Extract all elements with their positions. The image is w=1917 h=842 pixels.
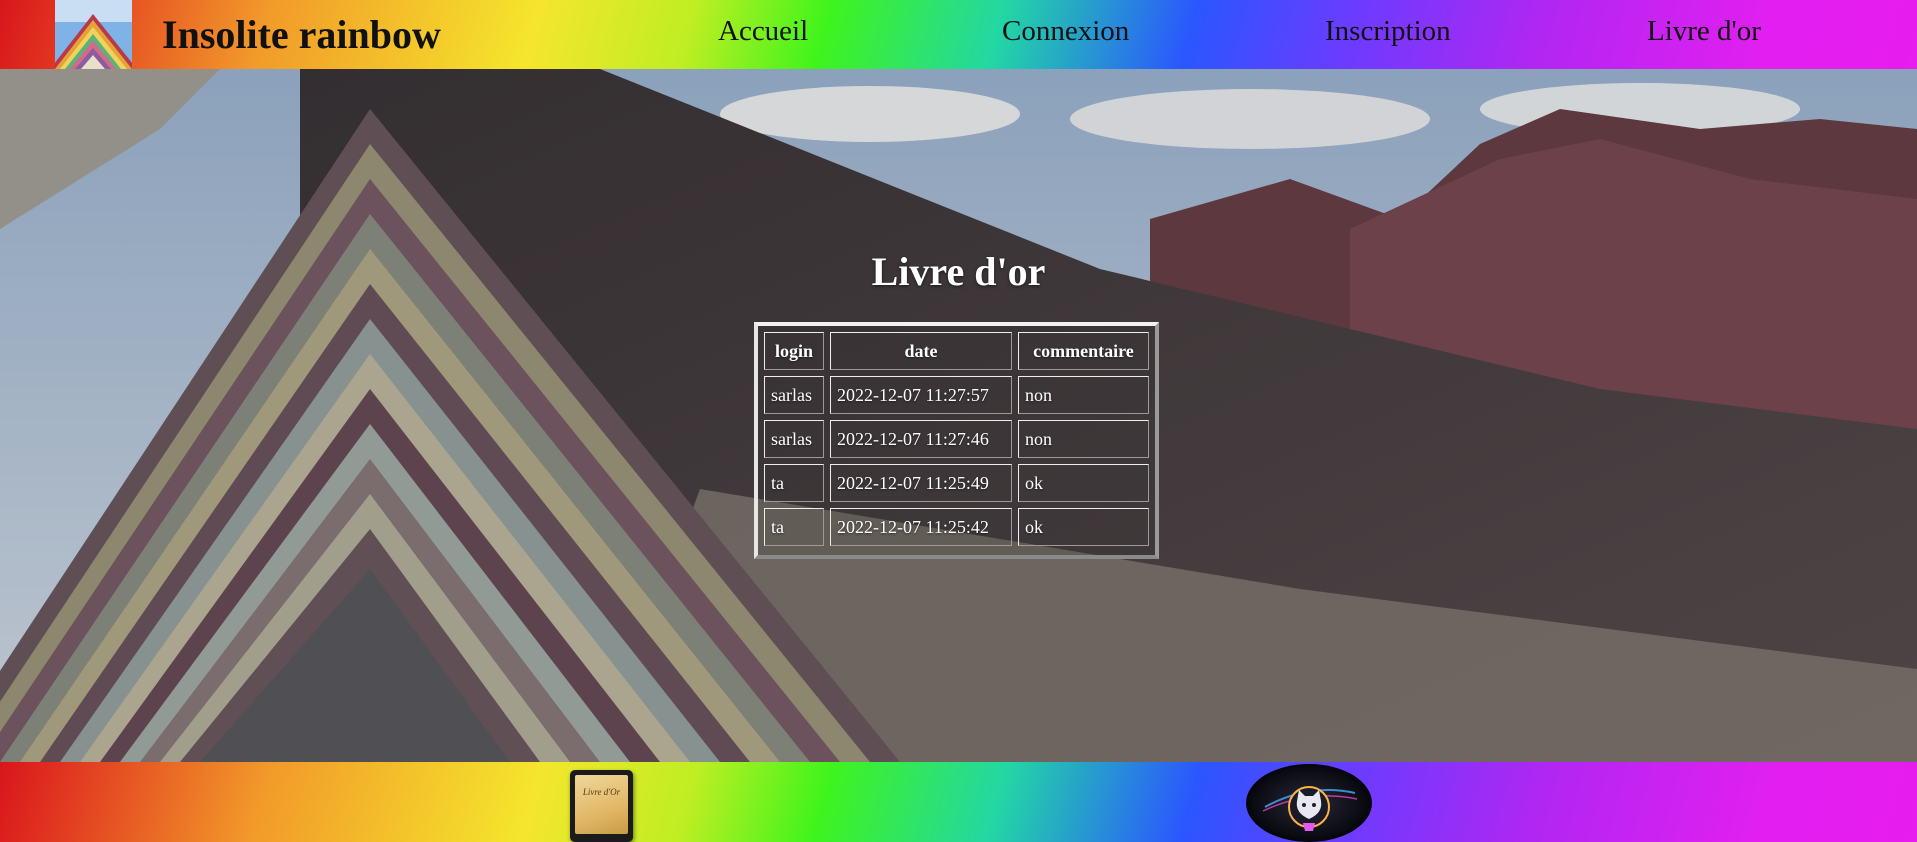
column-header-login: login — [764, 332, 824, 370]
cell-date: 2022-12-07 11:27:57 — [830, 376, 1012, 414]
book-cover: Livre d'Or — [575, 775, 628, 834]
cell-commentaire: ok — [1018, 464, 1149, 502]
table-header-row: login date commentaire — [764, 332, 1149, 370]
cell-login: ta — [764, 464, 824, 502]
cell-commentaire: non — [1018, 420, 1149, 458]
page-title: Livre d'or — [871, 249, 1046, 294]
table-row: sarlas 2022-12-07 11:27:57 non — [764, 376, 1149, 414]
site-title: Insolite rainbow — [162, 12, 441, 57]
cell-date: 2022-12-07 11:27:46 — [830, 420, 1012, 458]
nav-accueil[interactable]: Accueil — [718, 15, 808, 48]
guestbook-table-container: login date commentaire sarlas 2022-12-07… — [754, 322, 1159, 559]
table-row: ta 2022-12-07 11:25:42 ok — [764, 508, 1149, 546]
guestbook-table: login date commentaire sarlas 2022-12-07… — [758, 326, 1155, 552]
nav-livre-dor[interactable]: Livre d'or — [1647, 15, 1761, 48]
nav-inscription[interactable]: Inscription — [1325, 15, 1451, 48]
column-header-commentaire: commentaire — [1018, 332, 1149, 370]
nav-connexion[interactable]: Connexion — [1002, 15, 1129, 48]
cell-login: sarlas — [764, 376, 824, 414]
site-header: Insolite rainbow Accueil Connexion Inscr… — [0, 0, 1917, 69]
column-header-date: date — [830, 332, 1012, 370]
cell-date: 2022-12-07 11:25:49 — [830, 464, 1012, 502]
cell-login: ta — [764, 508, 824, 546]
cell-commentaire: ok — [1018, 508, 1149, 546]
github-cat-icon[interactable] — [1245, 763, 1373, 842]
rainbow-mountain-logo[interactable] — [55, 0, 132, 69]
site-footer: Livre d'Or — [0, 762, 1917, 842]
cell-login: sarlas — [764, 420, 824, 458]
book-cover-label: Livre d'Or — [582, 787, 621, 797]
cell-commentaire: non — [1018, 376, 1149, 414]
guestbook-book-icon[interactable]: Livre d'Or — [570, 770, 633, 842]
cell-date: 2022-12-07 11:25:42 — [830, 508, 1012, 546]
table-row: sarlas 2022-12-07 11:27:46 non — [764, 420, 1149, 458]
table-row: ta 2022-12-07 11:25:49 ok — [764, 464, 1149, 502]
